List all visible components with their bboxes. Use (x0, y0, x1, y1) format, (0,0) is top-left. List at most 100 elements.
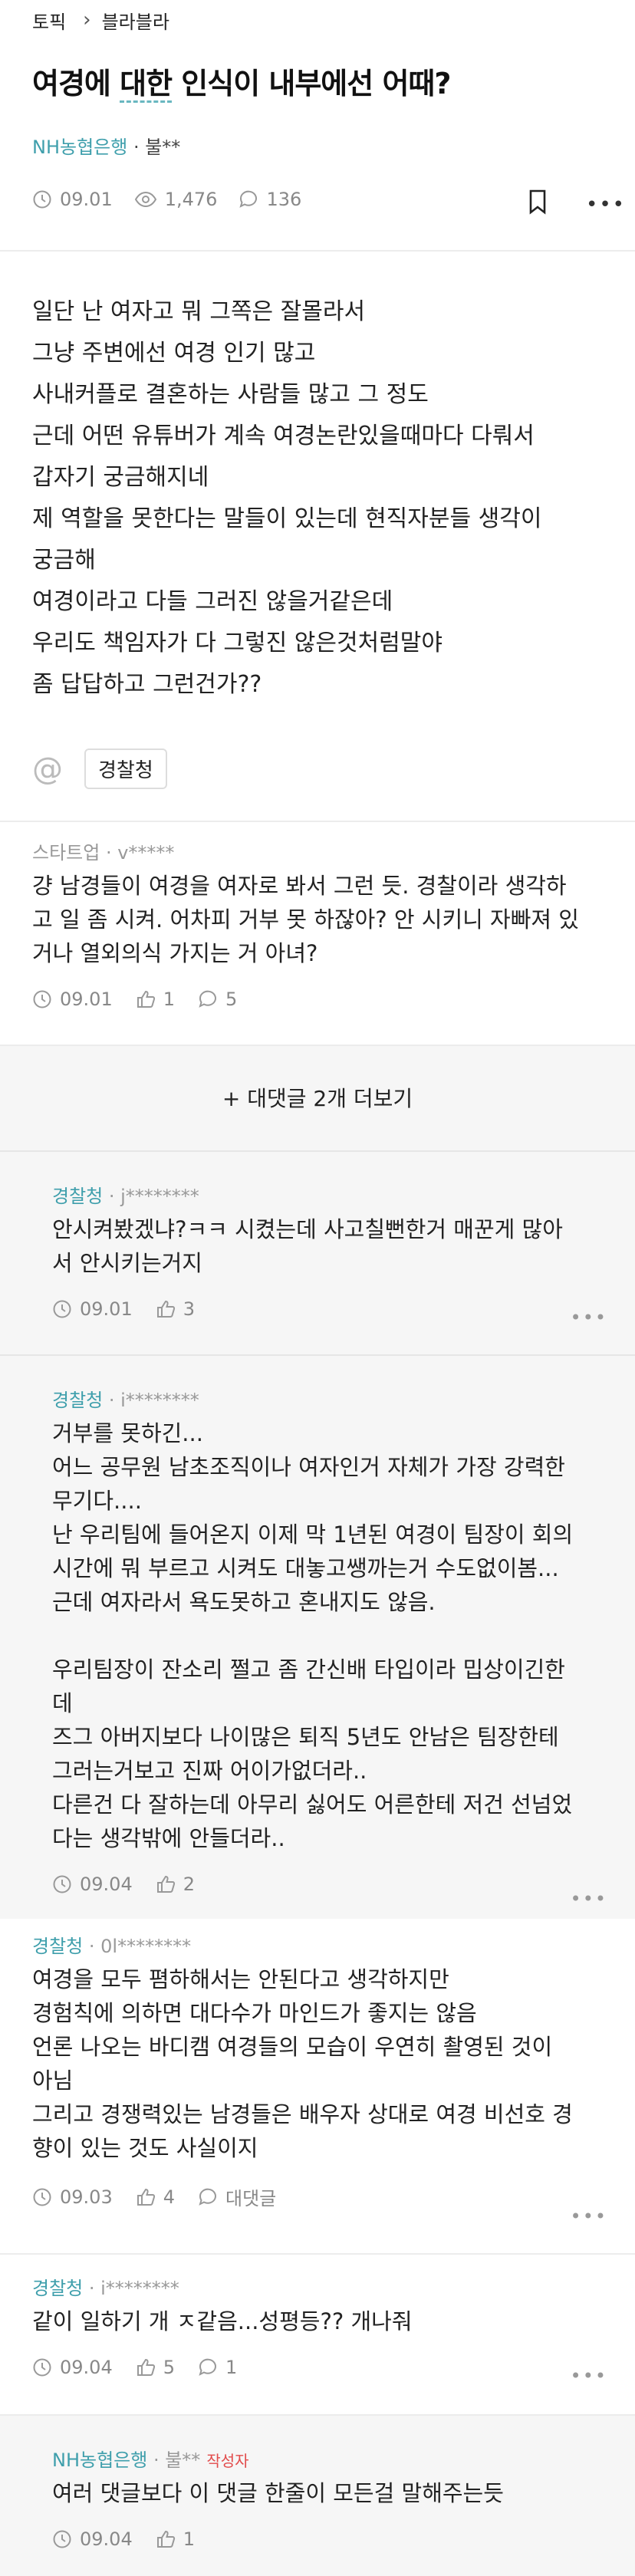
reply-item: 경찰청 · j******** 안시켜봤겠냐?ㅋㅋ 시켰는데 사고칠뻔한거 매꾼… (52, 1181, 563, 1320)
load-more-replies-label: + 대댓글 2개 더보기 (222, 1086, 413, 1111)
reply-author: 경찰청 · j******** (52, 1186, 199, 1207)
reply-meta: 09.01 3 (52, 1298, 563, 1320)
reply-name: j******** (120, 1186, 199, 1207)
load-more-replies-button[interactable]: + 대댓글 2개 더보기 (0, 1045, 635, 1150)
reply-date: 09.01 (80, 1298, 133, 1320)
thumbs-up-icon (137, 2358, 155, 2376)
author-name: 불** (145, 137, 181, 158)
like-button[interactable]: 2 (156, 1874, 195, 1895)
reply-company[interactable]: 경찰청 (52, 1186, 103, 1207)
reply-text: 거부를 못하긴... 어느 공무원 남초조직이나 여자인거 자체가 가장 강력한… (52, 1420, 574, 1851)
like-button[interactable]: 4 (136, 2186, 175, 2208)
like-count: 2 (183, 1874, 195, 1895)
comment-icon (199, 2188, 216, 2206)
reply-date: 09.04 (80, 1874, 133, 1895)
comment-meta: 09.04 5 1 (32, 2357, 413, 2378)
post-date-text: 09.01 (60, 189, 113, 210)
more-options-icon[interactable]: ••• (571, 2365, 607, 2387)
reply-author: 경찰청 · i******** (52, 1390, 199, 1411)
comment-author: 스타트업 · v***** (32, 842, 175, 864)
comment-name: i******** (100, 2278, 179, 2299)
reply-date: 09.04 (80, 2528, 133, 2550)
comment-author: 경찰청 · i******** (32, 2278, 179, 2299)
author-company[interactable]: NH농협은행 (32, 137, 127, 158)
title-part: 인식이 내부에선 어때? (172, 67, 451, 100)
comment-meta: 09.01 1 5 (32, 989, 579, 1010)
post-tags: @ 경찰청 (32, 748, 167, 789)
reply-meta: 09.04 2 (52, 1874, 573, 1895)
author-badge: 작성자 (206, 2452, 249, 2470)
reply-button[interactable]: 대댓글 (198, 2183, 276, 2210)
title-part: 여경에 (32, 67, 120, 100)
reply-button[interactable]: 5 (198, 989, 237, 1010)
comment-author: 경찰청 · 0l******** (32, 1936, 192, 1957)
more-options-icon[interactable]: ••• (571, 2206, 607, 2227)
divider (0, 821, 635, 822)
more-options-icon[interactable]: ••• (571, 1888, 607, 1910)
comment-item: 스타트업 · v***** 걍 남경들이 여경을 여자로 봐서 그런 듯. 경찰… (32, 837, 579, 1010)
comment-item: 경찰청 · i******** 같이 일하기 개 ㅈ같음...성평등?? 개나줘… (32, 2273, 413, 2378)
comment-text: 여경을 모두 폄하해서는 안된다고 생각하지만 경험칙에 의하면 대다수가 마인… (32, 1966, 573, 2161)
reply-item: 경찰청 · i******** 거부를 못하긴... 어느 공무원 남초조직이나… (52, 1385, 573, 1895)
reply-name: 불** (165, 2449, 201, 2471)
reply-meta: 09.04 1 (52, 2528, 504, 2550)
like-button[interactable]: 3 (156, 1298, 195, 1320)
reply-author: NH농협은행 · 불** 작성자 (52, 2449, 249, 2471)
reply-item: NH농협은행 · 불** 작성자 여러 댓글보다 이 댓글 한줄이 모든걸 말해주… (52, 2445, 504, 2550)
post-comments-count: 136 (266, 189, 302, 210)
post-date: 09.01 (32, 189, 113, 210)
thumbs-up-icon (156, 1875, 175, 1893)
reply-count: 1 (225, 2357, 238, 2378)
comment-company[interactable]: 경찰청 (32, 2278, 83, 2299)
more-options-icon[interactable]: ••• (586, 193, 626, 216)
comment-name: 0l******** (100, 1936, 192, 1957)
comment-meta: 09.03 4 대댓글 (32, 2183, 573, 2210)
divider (0, 250, 635, 252)
comment-icon (239, 190, 258, 208)
chevron-right-icon: › (83, 8, 91, 31)
at-mention-icon: @ (32, 751, 63, 787)
clock-icon (53, 1300, 71, 1318)
comment-date: 09.01 (60, 989, 113, 1010)
reply-text: 여러 댓글보다 이 댓글 한줄이 모든걸 말해주는듯 (52, 2480, 504, 2506)
breadcrumb-topic[interactable]: 토픽 (32, 7, 66, 34)
post-author: NH농협은행 · 불** (32, 132, 180, 159)
post-body: 일단 난 여자고 뭐 그쪽은 잘몰라서 그냥 주변에선 여경 인기 많고 사내커… (32, 298, 542, 698)
eye-icon (134, 191, 156, 208)
divider (0, 2414, 635, 2416)
comment-name: v***** (117, 842, 175, 864)
comment-company[interactable]: 스타트업 (32, 842, 100, 864)
comment-text: 걍 남경들이 여경을 여자로 봐서 그런 듯. 경찰이라 생각하 고 일 좀 시… (32, 873, 579, 966)
like-count: 1 (163, 989, 175, 1010)
breadcrumb-board[interactable]: 블라블라 (102, 7, 169, 34)
thumbs-up-icon (137, 990, 155, 1008)
clock-icon (33, 2358, 51, 2377)
post-views: 1,476 (134, 189, 217, 210)
reply-company[interactable]: 경찰청 (52, 1390, 103, 1411)
bookmark-icon[interactable] (526, 189, 549, 215)
reply-button[interactable]: 1 (198, 2357, 237, 2378)
like-button[interactable]: 5 (136, 2357, 175, 2378)
clock-icon (33, 990, 51, 1008)
breadcrumb: 토픽 › 블라블라 (32, 5, 169, 35)
tag-chip[interactable]: 경찰청 (84, 748, 167, 789)
like-button[interactable]: 1 (136, 989, 175, 1010)
thumbs-up-icon (156, 2530, 175, 2548)
comment-item: 경찰청 · 0l******** 여경을 모두 폄하해서는 안된다고 생각하지만… (32, 1931, 573, 2210)
thumbs-up-icon (156, 1300, 175, 1318)
author-separator: · (127, 137, 146, 158)
comment-icon (199, 990, 216, 1008)
more-options-icon[interactable]: ••• (571, 1307, 607, 1328)
like-count: 5 (163, 2357, 175, 2378)
clock-icon (53, 2530, 71, 2548)
comment-company[interactable]: 경찰청 (32, 1936, 83, 1957)
like-button[interactable]: 1 (156, 2528, 195, 2550)
post-page: 토픽 › 블라블라 여경에 대한 인식이 내부에선 어때? NH농협은행 · 불… (0, 0, 635, 2576)
reply-company[interactable]: NH농협은행 (52, 2449, 147, 2471)
post-comments[interactable]: 136 (239, 189, 301, 210)
title-keyword-link[interactable]: 대한 (120, 67, 173, 103)
divider (0, 1354, 635, 1356)
reply-text: 안시켜봤겠냐?ㅋㅋ 시켰는데 사고칠뻔한거 매꾼게 많아 서 안시키는거지 (52, 1216, 563, 1276)
clock-icon (53, 1875, 71, 1893)
reply-count: 5 (225, 989, 238, 1010)
